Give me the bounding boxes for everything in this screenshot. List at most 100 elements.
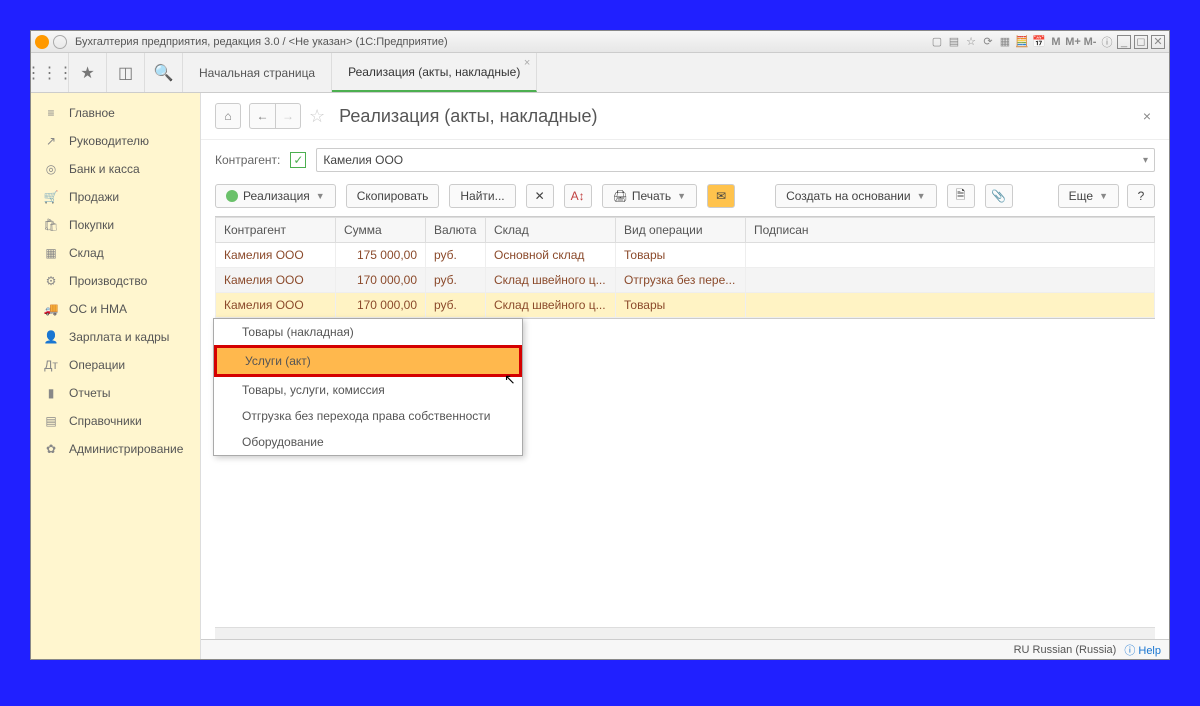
m-plus-button[interactable]: М+ (1066, 35, 1080, 49)
data-grid[interactable]: Контрагент Сумма Валюта Склад Вид операц… (215, 216, 1155, 319)
tool-icon[interactable]: 🧮 (1015, 35, 1029, 49)
tab-home[interactable]: Начальная страница (183, 53, 332, 92)
main-area: ⌂ ← → ☆ Реализация (акты, накладные) × К… (201, 93, 1169, 659)
print-button[interactable]: 🖨 Печать▼ (602, 184, 697, 208)
minimize-button[interactable]: _ (1117, 35, 1131, 49)
attach-button[interactable]: 📎 (985, 184, 1013, 208)
sidebar-item-purchases[interactable]: 🛍 Покупки (31, 211, 200, 239)
sidebar-item-main[interactable]: ≡Главное (31, 99, 200, 127)
help-label: Help (1138, 645, 1161, 657)
counterparty-combo[interactable]: Камелия ООО ▾ (316, 148, 1155, 172)
sidebar-item-warehouse[interactable]: ▦Склад (31, 239, 200, 267)
sidebar-item-manager[interactable]: ↗Руководителю (31, 127, 200, 155)
sidebar-item-operations[interactable]: ДтОперации (31, 351, 200, 379)
button-label: Печать (632, 189, 671, 203)
nav-circle-icon[interactable] (53, 35, 67, 49)
sort-button[interactable]: A↕ (564, 184, 592, 208)
cog-icon: ✿ (43, 442, 59, 456)
realize-dropdown-menu: Товары (накладная) Услуги (акт) Товары, … (213, 318, 523, 456)
tool-icon[interactable]: ▤ (947, 35, 961, 49)
col-counterparty[interactable]: Контрагент (216, 218, 336, 243)
sidebar-item-catalogs[interactable]: ▤Справочники (31, 407, 200, 435)
filter-row: Контрагент: ✓ Камелия ООО ▾ (201, 140, 1169, 180)
horizontal-scrollbar[interactable] (215, 627, 1155, 639)
table-row[interactable]: Камелия ООО 170 000,00 руб. Склад швейно… (216, 293, 1155, 318)
clear-filter-button[interactable]: ✕ (526, 184, 554, 208)
sidebar-item-production[interactable]: ⚙Производство (31, 267, 200, 295)
realize-button[interactable]: Реализация▼ (215, 184, 336, 208)
top-toolbar: ⋮⋮⋮ ★ ◫ 🔍 Начальная страница Реализация … (31, 53, 1169, 93)
dt-icon: Дт (43, 358, 59, 372)
more-button[interactable]: Еще ▼ (1058, 184, 1119, 208)
forward-button[interactable]: → (275, 103, 301, 129)
button-label: Создать на основании (786, 189, 911, 203)
table-row[interactable]: Камелия ООО 170 000,00 руб. Склад швейно… (216, 268, 1155, 293)
back-button[interactable]: ← (249, 103, 275, 129)
tool-icon[interactable]: 📅 (1032, 35, 1046, 49)
m-minus-button[interactable]: М- (1083, 35, 1097, 49)
sidebar-item-salary[interactable]: 👤Зарплата и кадры (31, 323, 200, 351)
cell (746, 268, 1155, 293)
bag-icon: 🛍 (43, 218, 59, 232)
app-window: Бухгалтерия предприятия, редакция 3.0 / … (30, 30, 1170, 660)
sidebar-item-sales[interactable]: 🛒Продажи (31, 183, 200, 211)
sidebar-item-admin[interactable]: ✿Администрирование (31, 435, 200, 463)
cell (746, 243, 1155, 268)
info-icon[interactable]: ⓘ (1100, 35, 1114, 49)
search-icon[interactable]: 🔍 (145, 53, 183, 92)
filter-checkbox[interactable]: ✓ (290, 152, 306, 168)
dd-item-equipment[interactable]: Оборудование (214, 429, 522, 455)
tab-label: Реализация (акты, накладные) (348, 65, 520, 79)
doc-icon-button[interactable]: 🗎 (947, 184, 975, 208)
find-button[interactable]: Найти... (449, 184, 515, 208)
create-on-basis-button[interactable]: Создать на основании▼ (775, 184, 936, 208)
tab-realization[interactable]: Реализация (акты, накладные) × (332, 53, 537, 92)
tool-icon[interactable]: ⟳ (981, 35, 995, 49)
button-label: Еще (1069, 189, 1093, 203)
cell (746, 293, 1155, 318)
dd-item-services[interactable]: Услуги (акт) (214, 345, 522, 377)
email-button[interactable]: ✉ (707, 184, 735, 208)
chart-icon: ↗ (43, 134, 59, 148)
cell: Камелия ООО (216, 268, 336, 293)
col-signed[interactable]: Подписан (746, 218, 1155, 243)
dd-item-shipment[interactable]: Отгрузка без перехода права собственност… (214, 403, 522, 429)
chevron-down-icon: ▼ (1099, 191, 1108, 201)
history-icon[interactable]: ◫ (107, 53, 145, 92)
cell: Камелия ООО (216, 293, 336, 318)
tool-icon[interactable]: ▢ (930, 35, 944, 49)
dd-item-goods[interactable]: Товары (накладная) (214, 319, 522, 345)
sidebar-label: Покупки (69, 218, 114, 232)
sidebar-label: Отчеты (69, 386, 110, 400)
tool-icon[interactable]: ▦ (998, 35, 1012, 49)
sidebar-item-assets[interactable]: 🚚ОС и НМА (31, 295, 200, 323)
col-sum[interactable]: Сумма (336, 218, 426, 243)
cell: 170 000,00 (336, 293, 426, 318)
dd-item-commission[interactable]: Товары, услуги, комиссия (214, 377, 522, 403)
home-button[interactable]: ⌂ (215, 103, 241, 129)
language-indicator[interactable]: RU Russian (Russia) (1014, 644, 1117, 656)
sidebar-item-bank[interactable]: ◎Банк и касса (31, 155, 200, 183)
help-button[interactable]: ? (1127, 184, 1155, 208)
button-label: ? (1138, 189, 1145, 203)
copy-button[interactable]: Скопировать (346, 184, 440, 208)
tool-icon[interactable]: ☆ (964, 35, 978, 49)
close-button[interactable]: ✕ (1151, 35, 1165, 49)
m-button[interactable]: М (1049, 35, 1063, 49)
apps-icon[interactable]: ⋮⋮⋮ (31, 53, 69, 92)
sidebar-label: Склад (69, 246, 104, 260)
col-warehouse[interactable]: Склад (486, 218, 616, 243)
col-currency[interactable]: Валюта (426, 218, 486, 243)
person-icon: 👤 (43, 330, 59, 344)
list-icon: ▤ (43, 414, 59, 428)
favorite-icon[interactable]: ★ (69, 53, 107, 92)
col-operation[interactable]: Вид операции (616, 218, 746, 243)
tab-close-icon[interactable]: × (524, 57, 530, 69)
page-close-button[interactable]: × (1139, 104, 1155, 128)
sidebar-item-reports[interactable]: ▮Отчеты (31, 379, 200, 407)
button-label: Найти... (460, 189, 504, 203)
star-icon[interactable]: ☆ (309, 106, 325, 127)
help-link[interactable]: ⓘ Help (1124, 642, 1161, 658)
table-row[interactable]: Камелия ООО 175 000,00 руб. Основной скл… (216, 243, 1155, 268)
maximize-button[interactable]: ◻ (1134, 35, 1148, 49)
